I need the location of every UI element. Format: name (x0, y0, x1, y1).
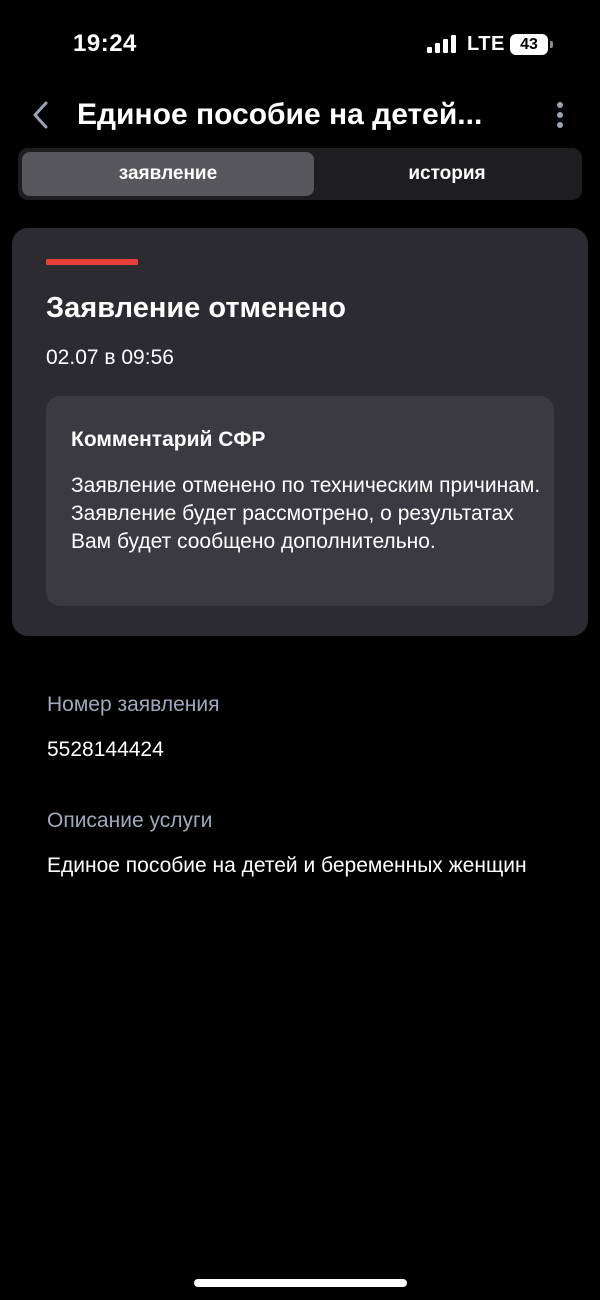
home-indicator[interactable] (194, 1279, 407, 1287)
status-bar: 19:24 LTE 43 (0, 0, 600, 90)
status-date: 02.07 в 09:56 (46, 346, 174, 369)
battery-icon: 43 (510, 34, 554, 55)
more-vertical-icon[interactable] (548, 98, 572, 132)
chevron-left-icon[interactable] (28, 98, 58, 132)
network-label: LTE (467, 33, 505, 55)
status-title: Заявление отменено (46, 292, 347, 324)
status-card: Заявление отменено 02.07 в 09:56 Коммент… (12, 228, 588, 636)
comment-title: Комментарий СФР (71, 428, 266, 451)
comment-box: Комментарий СФР Заявление отменено по те… (46, 396, 554, 606)
status-time: 19:24 (73, 30, 137, 57)
comment-text: Заявление отменено по техническим причин… (71, 474, 541, 553)
battery-tip (550, 41, 553, 48)
tab-application[interactable]: заявление (22, 152, 314, 196)
signal-icon (427, 35, 457, 53)
service-description-label: Описание услуги (47, 809, 213, 832)
status-indicator (46, 259, 138, 265)
page-title: Единое пособие на детей... (77, 98, 483, 131)
battery-level: 43 (520, 36, 538, 53)
application-number-value: 5528144424 (47, 738, 164, 761)
tab-history[interactable]: история (316, 152, 578, 196)
service-description-value: Единое пособие на детей и беременных жен… (47, 854, 527, 877)
application-number-label: Номер заявления (47, 693, 220, 716)
tab-switcher: заявление история (18, 148, 582, 200)
